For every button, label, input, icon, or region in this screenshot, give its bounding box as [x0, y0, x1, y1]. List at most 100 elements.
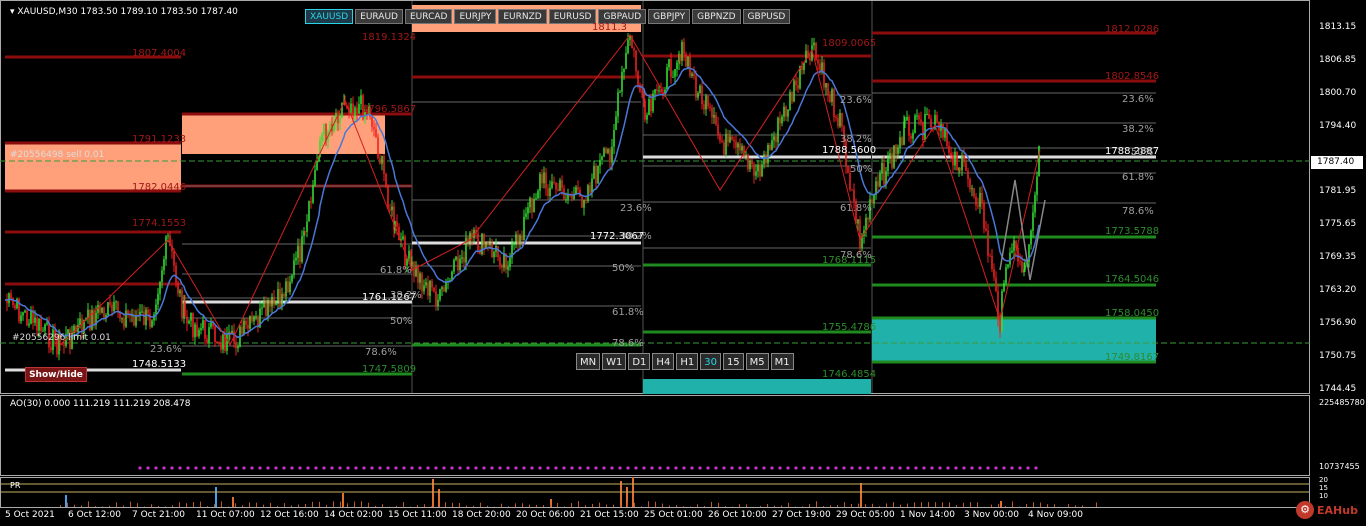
pr-bar [165, 506, 166, 507]
candle-body [445, 281, 447, 292]
ao-marker [994, 466, 998, 470]
pr-bar [65, 495, 67, 507]
ao-marker [458, 466, 462, 470]
candle-body [22, 312, 24, 316]
ao-marker [866, 466, 870, 470]
ao-marker [674, 466, 678, 470]
candle-body [381, 155, 383, 164]
candle-body [28, 323, 30, 326]
ao-marker [858, 466, 862, 470]
candle-body [755, 171, 757, 176]
pair-tab-gbpnzd[interactable]: GBPNZD [692, 9, 741, 24]
pr-bar [711, 501, 712, 507]
pr-bar [571, 502, 572, 507]
timeframe-30[interactable]: 30 [700, 353, 721, 370]
candle-body [539, 174, 541, 191]
candle-body [50, 347, 52, 350]
candle-body [247, 324, 249, 329]
fib-level-label: 78.6% [1122, 206, 1154, 217]
ao-marker [194, 466, 198, 470]
candle-body [683, 42, 685, 55]
candle-body [1032, 212, 1034, 231]
price-level-label: 1748.5133 [132, 359, 187, 370]
pr-bar [704, 505, 705, 507]
pr-bar [921, 502, 922, 507]
ao-marker [1002, 466, 1006, 470]
pr-bar [620, 505, 621, 507]
candle-body [674, 69, 676, 77]
show-hide-button[interactable]: Show/Hide [25, 367, 87, 382]
pr-bar [935, 502, 936, 507]
pair-tab-gbpjpy[interactable]: GBPJPY [648, 9, 691, 24]
candle-body [735, 141, 737, 148]
candle-body [263, 301, 265, 308]
candle-body [585, 199, 587, 202]
candle-body [308, 201, 310, 222]
candle-body [711, 107, 713, 118]
time-label: 11 Oct 07:00 [196, 510, 255, 520]
candle-body [581, 196, 583, 208]
pr-bar [424, 504, 425, 507]
pr-bar [669, 505, 670, 507]
candle-body [173, 251, 175, 266]
time-axis[interactable]: 5 Oct 2021 6 Oct 12:00 7 Oct 21:00 11 Oct 0… [0, 508, 1310, 526]
candle-body [817, 59, 819, 64]
price-axis[interactable]: 1813.15 1806.85 1800.70 1794.40 1787.40 1781.… [1311, 0, 1366, 508]
candle-body [143, 311, 145, 326]
pr-bar [123, 505, 124, 507]
candle-body [487, 242, 489, 245]
candle-body [206, 338, 208, 343]
pr-bar [823, 506, 824, 507]
timeframe-h1[interactable]: H1 [676, 353, 699, 370]
time-label: 26 Oct 10:00 [708, 510, 767, 520]
candle-body [121, 318, 123, 320]
ao-marker [170, 466, 174, 470]
candle-body [910, 135, 912, 139]
candle-body [159, 281, 161, 294]
pair-tab-xauusd[interactable]: XAUUSD [305, 9, 354, 24]
ao-marker [562, 466, 566, 470]
timeframe-d1[interactable]: D1 [628, 353, 651, 370]
pair-tab-eurjpy[interactable]: EURJPY [454, 9, 497, 24]
pr-bar [585, 505, 586, 507]
candle-body [1017, 247, 1019, 262]
candle-body [20, 315, 22, 322]
time-label: 12 Oct 16:00 [260, 510, 319, 520]
candle-body [241, 326, 243, 335]
candle-body [577, 187, 579, 190]
pr-bar [452, 502, 453, 507]
pair-tab-gbpusd[interactable]: GBPUSD [742, 9, 791, 24]
candle-body [749, 161, 751, 170]
timeframe-15[interactable]: 15 [722, 353, 744, 370]
ao-marker [602, 466, 606, 470]
pair-tab-eurcad[interactable]: EURCAD [404, 9, 453, 24]
pr-bar [1005, 506, 1006, 507]
candle-body [1021, 261, 1023, 273]
ao-marker [610, 466, 614, 470]
candle-body [157, 293, 159, 305]
price-label: 1813.15 [1319, 22, 1357, 32]
pair-tab-euraud[interactable]: EURAUD [355, 9, 403, 24]
pr-bar [578, 501, 579, 507]
candle-body [135, 315, 137, 326]
timeframe-w1[interactable]: W1 [602, 353, 627, 370]
timeframe-m1[interactable]: M1 [770, 353, 794, 370]
candle-body [1030, 230, 1032, 245]
candle-body [214, 326, 216, 343]
candle-body [605, 148, 607, 153]
pair-tab-bar: XAUUSD EURAUD EURCAD EURJPY EURNZD EURUSD GBPA… [305, 9, 791, 24]
pair-tab-eurnzd[interactable]: EURNZD [498, 9, 547, 24]
candle-body [697, 92, 699, 98]
candle-body [375, 129, 377, 138]
pr-bar [879, 506, 880, 507]
candle-body [429, 280, 431, 296]
timeframe-h4[interactable]: H4 [652, 353, 675, 370]
candle-body [202, 320, 204, 329]
candle-body [417, 267, 419, 283]
candle-body [559, 180, 561, 191]
timeframe-m5[interactable]: M5 [745, 353, 769, 370]
timeframe-mn[interactable]: MN [576, 353, 601, 370]
candle-body [527, 207, 529, 214]
pair-tab-eurusd[interactable]: EURUSD [548, 9, 597, 24]
candle-body [1015, 240, 1017, 248]
